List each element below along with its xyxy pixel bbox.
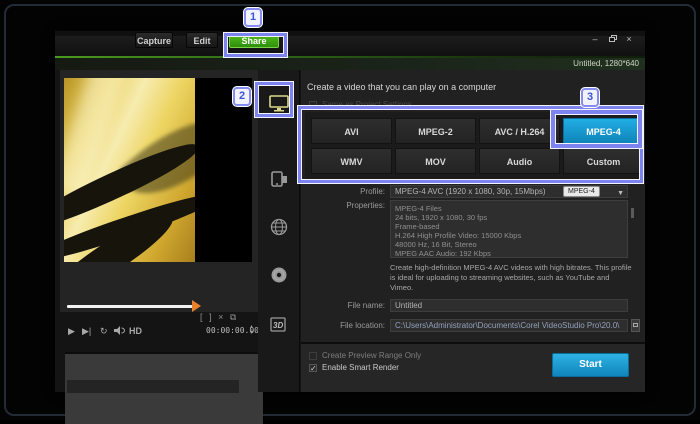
volume-icon[interactable] (114, 326, 125, 337)
properties-line: 24 bits, 1920 x 1080, 30 fps (395, 213, 488, 222)
preview-range-label: Create Preview Range Only (322, 351, 422, 360)
browse-folder-icon[interactable] (631, 319, 640, 332)
spin-down-icon[interactable]: ▾ (250, 330, 253, 336)
file-name-row: File name: Untitled (301, 299, 645, 312)
share-destination-strip: 3D (258, 70, 300, 392)
highlight-box-mpeg4-button (551, 110, 642, 148)
mpeg4-tooltip: MPEG-4 (563, 186, 600, 197)
properties-line: 48000 Hz, 16 Bit, Stereo (395, 240, 477, 249)
repeat-icon[interactable]: ↻ (100, 326, 108, 337)
project-info-label: Untitled, 1280*640 (573, 59, 639, 68)
scrub-bar[interactable] (67, 305, 197, 308)
properties-label: Properties: (346, 201, 385, 210)
preview-range-checkbox[interactable] (309, 351, 317, 360)
highlight-box-share-tab (224, 33, 287, 57)
trim-controls: [ ] × ⧉ (200, 312, 258, 324)
preview-range-row[interactable]: Create Preview Range Only (309, 351, 421, 361)
smart-render-checkbox[interactable]: ✓ (309, 363, 317, 372)
chevron-down-icon: ▼ (617, 190, 624, 197)
stage-background: Capture Edit Share – × Untitled, 1280*64… (0, 0, 700, 424)
file-name-input[interactable]: Untitled (390, 299, 628, 312)
file-location-input[interactable]: C:\Users\Administrator\Documents\Corel V… (390, 319, 628, 332)
properties-line: MPEG-4 Files (395, 204, 442, 213)
tab-capture[interactable]: Capture (135, 32, 173, 48)
next-frame-icon[interactable]: ▶| (82, 326, 91, 337)
scrub-handle[interactable] (192, 300, 201, 312)
properties-line: Frame-based (395, 222, 440, 231)
start-button[interactable]: Start (552, 353, 629, 377)
properties-scrollbar[interactable] (631, 208, 634, 218)
timeline-track[interactable] (67, 380, 239, 393)
profile-description: Create high-definition MPEG-4 AVC videos… (390, 263, 632, 292)
restore-icon[interactable] (607, 34, 619, 44)
video-frame-image (64, 78, 195, 262)
properties-line: MPEG AAC Audio: 192 Kbps (395, 249, 491, 258)
file-location-row: File location: C:\Users\Administrator\Do… (301, 319, 645, 332)
timeline-panel (65, 352, 263, 424)
destination-3d-movie[interactable]: 3D (265, 312, 293, 338)
profile-label: Profile: (360, 187, 385, 196)
panel-header: Create a video that you can play on a co… (307, 82, 497, 92)
minimize-icon[interactable]: – (589, 34, 601, 44)
3d-movie-icon: 3D (270, 317, 288, 333)
mark-out-icon[interactable]: ] (209, 312, 212, 322)
status-band: Untitled, 1280*640 (55, 58, 645, 70)
tab-edit[interactable]: Edit (186, 32, 218, 48)
mark-in-icon[interactable]: [ (200, 312, 203, 322)
destination-device[interactable] (265, 166, 293, 192)
properties-box: MPEG-4 Files 24 bits, 1920 x 1080, 30 fp… (390, 200, 628, 258)
callout-3: 3 (581, 88, 599, 107)
hd-toggle[interactable]: HD (129, 326, 142, 336)
preview-player: [ ] × ⧉ ▶ ▶| ↻ HD 00:00:00.00 ▴ ▾ (60, 70, 263, 424)
snapshot-icon[interactable]: ⧉ (230, 312, 236, 322)
close-icon[interactable]: × (623, 34, 635, 44)
smart-render-label: Enable Smart Render (322, 363, 399, 372)
panel-bottom-bar: Create Preview Range Only ✓ Enable Smart … (301, 344, 645, 392)
properties-line: H.264 High Profile Video: 15000 Kbps (395, 231, 522, 240)
videostudio-window: Capture Edit Share – × Untitled, 1280*64… (55, 30, 645, 424)
timecode-spinner[interactable]: ▴ ▾ (250, 324, 253, 336)
highlight-box-computer-icon (255, 82, 293, 117)
callout-2: 2 (233, 87, 251, 106)
device-icon (270, 170, 288, 188)
destination-disc[interactable] (265, 262, 293, 288)
video-preview (64, 78, 252, 262)
svg-text:3D: 3D (273, 321, 283, 330)
callout-1: 1 (244, 8, 262, 27)
file-name-label: File name: (347, 301, 385, 310)
globe-icon (270, 218, 288, 236)
smart-render-row[interactable]: ✓ Enable Smart Render (309, 363, 399, 373)
file-location-label: File location: (340, 321, 385, 330)
clear-marks-icon[interactable]: × (218, 312, 223, 322)
destination-web[interactable] (265, 214, 293, 240)
disc-icon (270, 266, 288, 284)
play-icon[interactable]: ▶ (68, 326, 75, 337)
